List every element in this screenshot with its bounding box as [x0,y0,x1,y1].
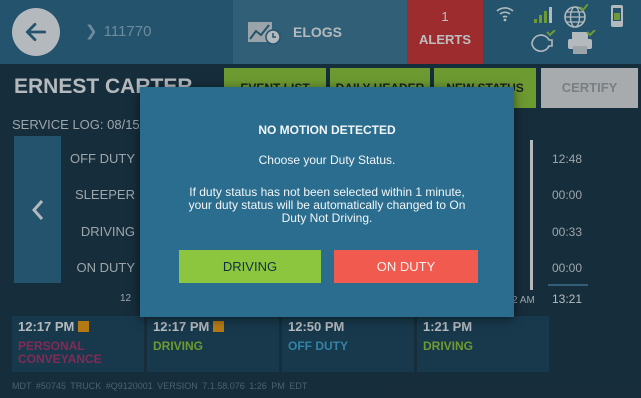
dialog-title: NO MOTION DETECTED [258,123,396,137]
dialog-message: If duty status has not been selected wit… [188,185,466,225]
dialog-prompt: Choose your Duty Status. [258,153,396,167]
driving-button[interactable]: DRIVING [179,250,321,283]
on-duty-button[interactable]: ON DUTY [334,250,478,283]
no-motion-dialog: NO MOTION DETECTED Choose your Duty Stat… [140,87,514,317]
